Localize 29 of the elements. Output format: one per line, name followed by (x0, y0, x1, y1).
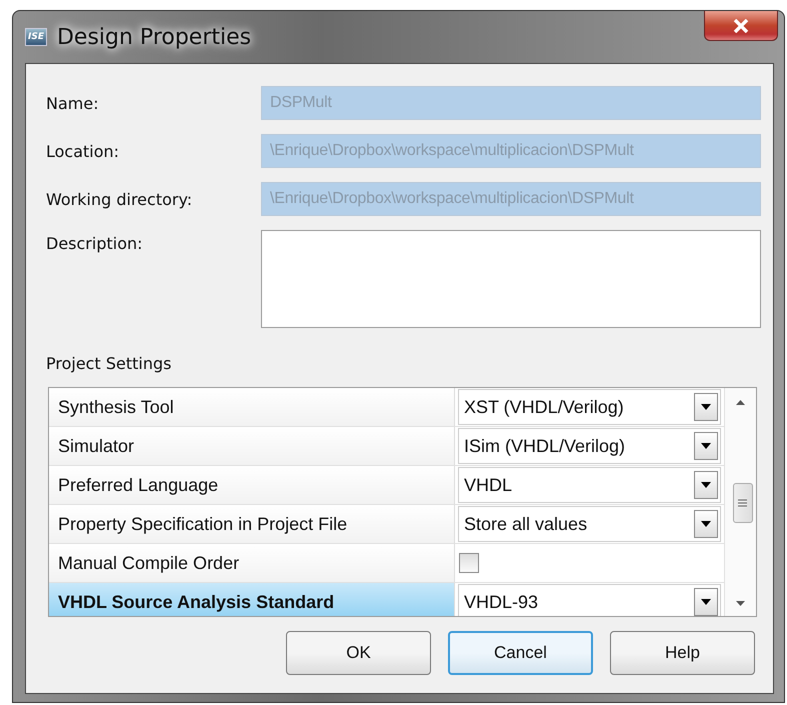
dialog-button[interactable]: OK (286, 631, 431, 675)
checkbox[interactable] (459, 553, 479, 573)
dropdown[interactable]: ISim (VHDL/Verilog) (458, 428, 721, 464)
property-name[interactable]: Synthesis Tool (49, 388, 455, 426)
property-name[interactable]: Preferred Language (49, 466, 455, 504)
dialog-button[interactable]: Cancel (448, 631, 593, 675)
property-name[interactable]: Simulator (49, 427, 455, 465)
close-button[interactable] (704, 11, 778, 41)
property-name[interactable]: Property Specification in Project File (49, 505, 455, 543)
scrollbar[interactable] (724, 388, 756, 616)
close-icon (733, 18, 749, 32)
scroll-up-icon[interactable] (736, 400, 745, 405)
field-label: Name: (46, 94, 100, 112)
section-title: Project Settings (46, 354, 172, 373)
description-field[interactable] (261, 230, 761, 328)
dialog-button[interactable]: Help (610, 631, 755, 675)
dropdown[interactable]: Store all values (458, 506, 721, 542)
field-label: Description: (46, 233, 144, 253)
scroll-down-icon[interactable] (736, 601, 745, 606)
field-label: Working directory: (46, 190, 194, 208)
app-badge: ISE (25, 28, 47, 46)
scroll-thumb[interactable] (732, 483, 752, 523)
dropdown[interactable]: VHDL (458, 467, 721, 503)
property-name[interactable]: VHDL Source Analysis Standard (49, 583, 455, 616)
property-name[interactable]: Manual Compile Order (49, 544, 455, 582)
dropdown[interactable]: XST (VHDL/Verilog) (458, 389, 721, 425)
window-title: Design Properties (56, 24, 252, 50)
field-label: Location: (46, 142, 120, 160)
dropdown[interactable]: VHDL-93 (458, 584, 721, 616)
